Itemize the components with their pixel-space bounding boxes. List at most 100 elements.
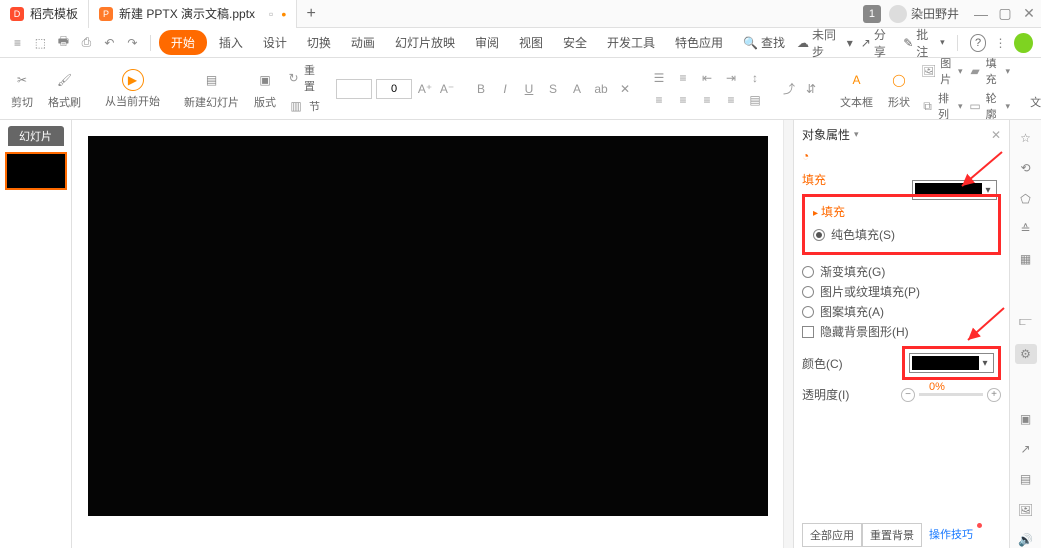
panel-tab-tips[interactable]: 操作技巧 — [922, 523, 980, 547]
radio-pattern-fill[interactable]: 图案填充(A) — [802, 303, 1001, 320]
tab-add[interactable]: + — [297, 5, 325, 23]
ribbon-textbox[interactable]: A文本框 — [836, 68, 877, 110]
bold-button[interactable]: B — [472, 80, 490, 98]
qat-save-icon[interactable]: 🖶 — [54, 33, 73, 53]
fill-bucket-icon[interactable]: ◔ — [802, 149, 820, 167]
textdir-icon[interactable]: ⤴ — [780, 80, 798, 98]
ribbon-fill[interactable]: ▰填充▾ — [969, 58, 1011, 87]
ribbon-dochelper[interactable]: 📄文档助手 — [1026, 68, 1041, 110]
checkbox-hide-bg[interactable]: 隐藏背景图形(H) — [802, 323, 1001, 340]
panel-tab-resetbg[interactable]: 重置背景 — [862, 523, 922, 547]
swatch-dropdown-icon[interactable]: ▾ — [979, 358, 991, 369]
menu-tab-security[interactable]: 安全 — [555, 30, 595, 55]
sidebar-export-icon[interactable]: ↗ — [1017, 441, 1035, 457]
menu-tab-slideshow[interactable]: 幻灯片放映 — [387, 30, 463, 55]
menu-search[interactable]: 🔍 查找 — [735, 30, 793, 55]
more-button[interactable]: ⋮ — [994, 36, 1006, 50]
panel-tab-applyall[interactable]: 全部应用 — [802, 523, 862, 547]
ribbon-brush[interactable]: 🖌格式刷 — [44, 68, 85, 110]
align-center-icon[interactable]: ≡ — [674, 91, 692, 109]
bullets-icon[interactable]: ☰ — [650, 69, 668, 87]
color-picker-swatch[interactable]: ▾ — [909, 353, 994, 373]
sidebar-window-icon[interactable]: ▣ — [1017, 410, 1035, 426]
columns-icon[interactable]: ▤ — [746, 91, 764, 109]
numbering-icon[interactable]: ≡ — [674, 69, 692, 87]
vertical-scrollbar[interactable] — [783, 120, 793, 548]
ribbon-layout[interactable]: ▣版式 — [249, 68, 281, 110]
align-left-icon[interactable]: ≡ — [650, 91, 668, 109]
sidebar-rotate-icon[interactable]: ⟲ — [1017, 160, 1035, 176]
ribbon-section[interactable]: ▥节 — [287, 97, 320, 115]
ribbon-play[interactable]: ▶从当前开始 — [101, 69, 164, 109]
slide-thumbnail-pane[interactable]: 幻灯片 — [0, 120, 72, 548]
opacity-slider[interactable]: 0% — [919, 393, 983, 396]
qat-undo-icon[interactable]: ↶ — [100, 33, 119, 53]
fontcolor-button[interactable]: A — [568, 80, 586, 98]
menu-tab-start[interactable]: 开始 — [159, 30, 207, 55]
opacity-plus[interactable]: + — [987, 388, 1001, 402]
tab-document[interactable]: P 新建 PPTX 演示文稿.pptx ▫ • — [89, 0, 297, 28]
comment-button[interactable]: ✎批注▾ — [903, 26, 944, 60]
menu-tab-feature[interactable]: 特色应用 — [667, 30, 731, 55]
sidebar-sound-icon[interactable]: 🔊 — [1017, 532, 1035, 548]
qat-redo-icon[interactable]: ↷ — [123, 33, 142, 53]
sidebar-image-icon[interactable]: 🖼 — [1017, 501, 1035, 517]
align-right-icon[interactable]: ≡ — [698, 91, 716, 109]
window-maximize[interactable]: ▢ — [993, 5, 1017, 22]
font-size[interactable] — [376, 79, 412, 99]
ribbon-arrange[interactable]: ⧉排列▾ — [921, 90, 963, 120]
slide-canvas-area[interactable] — [72, 120, 783, 548]
font-family[interactable] — [336, 79, 372, 99]
radio-gradient-fill[interactable]: 渐变填充(G) — [802, 263, 1001, 280]
font-grow-icon[interactable]: A⁺ — [416, 80, 434, 98]
slide-thumbnail-1[interactable] — [5, 152, 67, 190]
radio-texture-fill[interactable]: 图片或纹理填充(P) — [802, 283, 1001, 300]
menu-tab-design[interactable]: 设计 — [255, 30, 295, 55]
help-button[interactable]: ? — [970, 34, 987, 52]
sidebar-layout-icon[interactable]: ▤ — [1017, 471, 1035, 487]
indent-dec-icon[interactable]: ⇤ — [698, 69, 716, 87]
window-close[interactable]: ✕ — [1017, 5, 1041, 22]
tab-templates[interactable]: D 稻壳模板 — [0, 0, 89, 28]
sidebar-grid-icon[interactable]: ▦ — [1017, 251, 1035, 267]
window-minimize[interactable]: — — [969, 6, 993, 22]
sync-button[interactable]: ☁未同步▾ — [797, 26, 853, 60]
sidebar-star-icon[interactable]: ☆ — [1017, 130, 1035, 146]
qat-open-icon[interactable]: ⬚ — [31, 33, 50, 53]
clear-format-button[interactable]: ✕ — [616, 80, 634, 98]
menu-tab-devtools[interactable]: 开发工具 — [599, 30, 663, 55]
panel-close-icon[interactable]: ✕ — [991, 128, 1001, 142]
sidebar-shape-icon[interactable]: ⬠ — [1017, 191, 1035, 207]
opacity-minus[interactable]: − — [901, 388, 915, 402]
ribbon-shape[interactable]: ◯形状 — [883, 68, 915, 110]
underline-button[interactable]: U — [520, 80, 538, 98]
share-button[interactable]: ↗分享 — [861, 26, 895, 60]
menu-tab-view[interactable]: 视图 — [511, 30, 551, 55]
menu-tab-insert[interactable]: 插入 — [211, 30, 251, 55]
notification-badge[interactable]: 1 — [863, 5, 881, 23]
ribbon-outline[interactable]: ▭轮廓▾ — [969, 90, 1011, 120]
strike-button[interactable]: S — [544, 80, 562, 98]
panel-dropdown-icon[interactable]: ▾ — [854, 129, 859, 140]
slide-canvas[interactable] — [88, 136, 768, 516]
ribbon-cut[interactable]: ✂剪切 — [6, 68, 38, 110]
qat-print-icon[interactable]: ⎙ — [77, 33, 96, 53]
menu-hamburger-icon[interactable]: ≡ — [8, 33, 27, 53]
sidebar-chart-icon[interactable]: ⫍ — [1017, 314, 1035, 330]
menu-tab-animation[interactable]: 动画 — [343, 30, 383, 55]
indent-inc-icon[interactable]: ⇥ — [722, 69, 740, 87]
italic-button[interactable]: I — [496, 80, 514, 98]
profile-button[interactable] — [1014, 33, 1033, 53]
sidebar-layers-icon[interactable]: ≙ — [1017, 221, 1035, 237]
align-justify-icon[interactable]: ≡ — [722, 91, 740, 109]
ribbon-new-slide[interactable]: ▤新建幻灯片 — [180, 68, 243, 110]
ribbon-reset[interactable]: ↻重置 — [287, 62, 320, 94]
textalign-v-icon[interactable]: ⇵ — [802, 80, 820, 98]
menu-tab-transition[interactable]: 切换 — [299, 30, 339, 55]
radio-solid-fill[interactable]: 纯色填充(S) — [813, 226, 990, 243]
highlight-button[interactable]: ab — [592, 80, 610, 98]
avatar[interactable] — [889, 5, 907, 23]
linespacing-icon[interactable]: ↕ — [746, 69, 764, 87]
sidebar-settings-icon[interactable]: ⚙ — [1015, 344, 1037, 364]
font-shrink-icon[interactable]: A⁻ — [438, 80, 456, 98]
